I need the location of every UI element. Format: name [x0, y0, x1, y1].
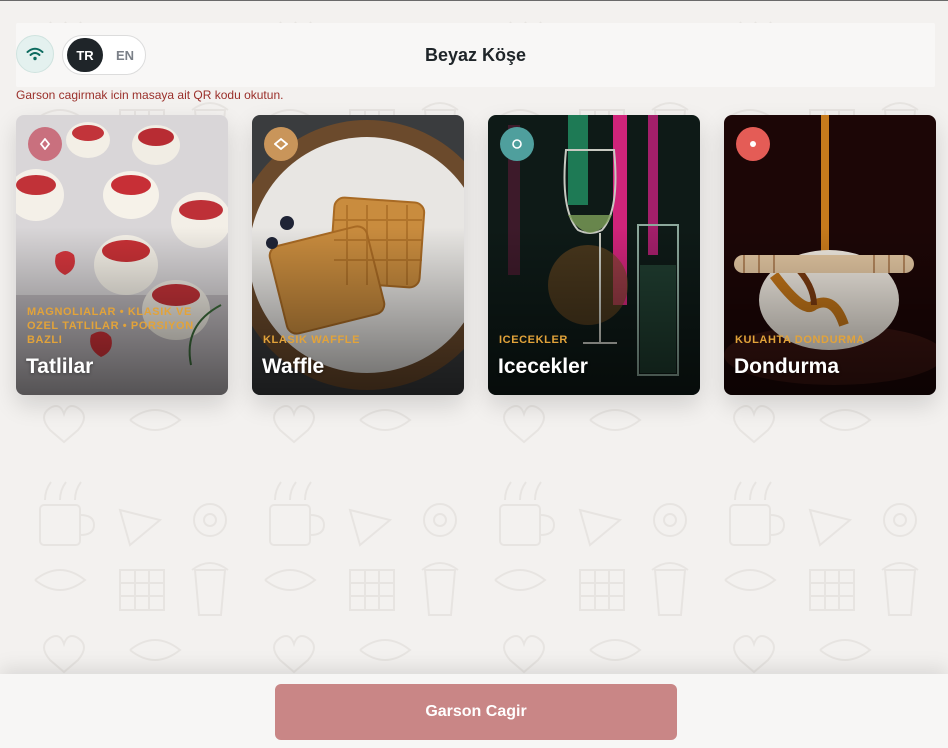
- dot-icon: [750, 141, 756, 147]
- category-card-dondurma[interactable]: KULAHTA DONDURMA Dondurma: [724, 115, 936, 395]
- dondurma-badge: [736, 127, 770, 161]
- category-title: Dondurma: [734, 355, 839, 378]
- category-subtitle: MAGNOLIALAR • KLASIK VE OZEL TATLILAR • …: [27, 306, 194, 346]
- diamond-icon: [39, 138, 51, 150]
- page-title: Beyaz Köşe: [424, 45, 527, 65]
- tatlilar-badge: [28, 127, 62, 161]
- call-waiter-button[interactable]: Garson Cagir: [275, 684, 677, 740]
- category-card-tatlilar[interactable]: MAGNOLIALAR • KLASIK VE OZEL TATLILAR • …: [16, 115, 228, 395]
- eye-diamond-icon: [274, 138, 288, 150]
- category-subtitle: ICECEKLER: [499, 334, 568, 346]
- category-card-icecekler[interactable]: ICECEKLER Icecekler: [488, 115, 700, 395]
- category-title: Tatlilar: [26, 355, 94, 378]
- qr-notice: Garson cagirmak icin masaya ait QR kodu …: [16, 88, 284, 102]
- icecekler-badge: [500, 127, 534, 161]
- header-bar: TR EN Beyaz Köşe: [16, 23, 935, 87]
- category-card-waffle[interactable]: KLASIK WAFFLE Waffle: [252, 115, 464, 395]
- category-title: Icecekler: [498, 355, 588, 378]
- circle-outline-icon: [512, 139, 522, 149]
- category-subtitle: KLASIK WAFFLE: [263, 334, 361, 346]
- category-title: Waffle: [262, 355, 325, 378]
- footer-bar: Garson Cagir: [0, 674, 948, 748]
- waffle-badge: [264, 127, 298, 161]
- category-subtitle: KULAHTA DONDURMA: [735, 334, 865, 346]
